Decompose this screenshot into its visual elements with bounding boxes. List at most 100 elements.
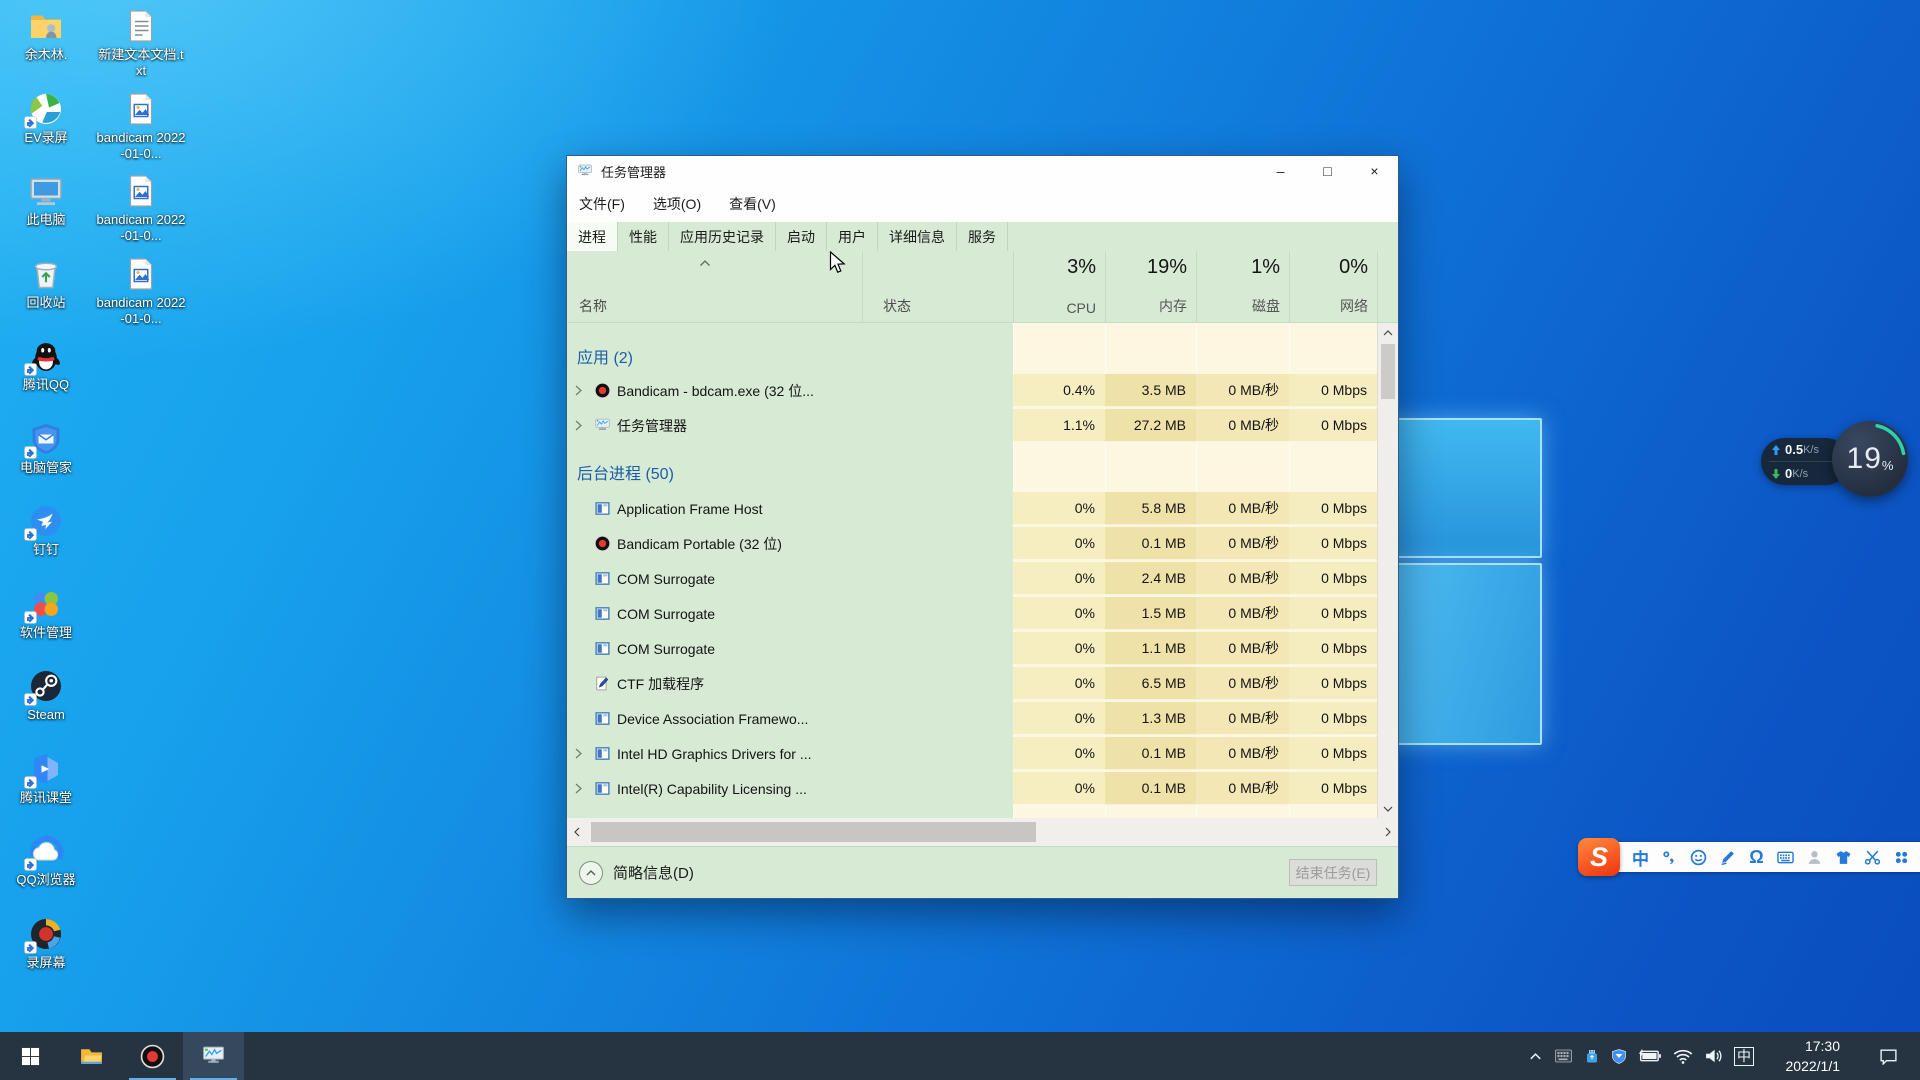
taskbar-clock[interactable]: 17:30 2022/1/1 xyxy=(1760,1036,1840,1076)
cell-cpu: 0% xyxy=(1013,562,1105,595)
tray-wifi-icon[interactable] xyxy=(1673,1049,1693,1064)
details-toggle-label[interactable]: 简略信息(D) xyxy=(613,862,694,883)
sogou-person-icon[interactable] xyxy=(1800,842,1829,872)
desktop-icon-recycle-bin[interactable]: 回收站 xyxy=(1,256,91,311)
desktop-icon-tencent-qq[interactable]: 腾讯QQ xyxy=(1,338,91,393)
sogou-punct-icon[interactable] xyxy=(1655,842,1684,872)
column-cpu[interactable]: 3% CPU xyxy=(1013,251,1106,322)
desktop-icon-this-pc[interactable]: 此电脑 xyxy=(1,173,91,228)
tab-详细信息[interactable]: 详细信息 xyxy=(878,222,957,251)
minimize-button[interactable]: – xyxy=(1257,156,1304,186)
desktop-icon-pc-guanjia[interactable]: 电脑管家 xyxy=(1,421,91,476)
column-name[interactable]: 名称 xyxy=(567,251,862,322)
desktop-icon-ev-luping[interactable]: EV录屏 xyxy=(1,91,91,146)
process-row[interactable]: Intel HD Graphics Drivers for ...0%0.1 M… xyxy=(567,736,1377,771)
sogou-face-icon[interactable] xyxy=(1684,842,1713,872)
tab-启动[interactable]: 启动 xyxy=(776,222,827,251)
desktop-icon-qq-browser[interactable]: QQ浏览器 xyxy=(1,833,91,888)
vertical-scroll-thumb[interactable] xyxy=(1381,344,1395,399)
process-row[interactable]: Bandicam Portable (32 位)0%0.1 MB0 MB/秒0 … xyxy=(567,526,1377,561)
maximize-button[interactable]: □ xyxy=(1304,156,1351,186)
desktop-icon-steam[interactable]: Steam xyxy=(1,668,91,723)
tray-chevron-icon[interactable] xyxy=(1528,1050,1543,1062)
chevron-right-icon[interactable] xyxy=(575,373,582,408)
vertical-scrollbar[interactable] xyxy=(1377,323,1398,818)
sogou-dots-icon[interactable] xyxy=(1887,842,1916,872)
chevron-right-icon[interactable] xyxy=(575,736,582,771)
download-arrow-icon xyxy=(1771,469,1781,479)
desktop-icon-tencent-ketang[interactable]: 腾讯课堂 xyxy=(1,751,91,806)
scroll-left-icon[interactable] xyxy=(567,818,587,846)
process-row[interactable]: COM Surrogate0%1.5 MB0 MB/秒0 Mbps xyxy=(567,596,1377,631)
desktop-icon-yumulin[interactable]: 余木林. xyxy=(1,8,91,63)
process-app-icon xyxy=(594,745,611,762)
taskbar-button-taskmgr[interactable] xyxy=(183,1032,244,1080)
column-disk[interactable]: 1% 磁盘 xyxy=(1196,251,1290,322)
taskbar-button-bandicam[interactable] xyxy=(122,1032,183,1080)
scroll-up-icon[interactable] xyxy=(1378,323,1398,342)
tab-进程[interactable]: 进程 xyxy=(567,222,618,251)
horizontal-scroll-thumb[interactable] xyxy=(591,822,1036,842)
taskbar-button-explorer[interactable] xyxy=(61,1032,122,1080)
column-network[interactable]: 0% 网络 xyxy=(1289,251,1378,322)
tab-性能[interactable]: 性能 xyxy=(618,222,669,251)
desktop-icon-bandicam-file-3[interactable]: bandicam 2022-01-0... xyxy=(96,256,186,327)
desktop-icon-label: Steam xyxy=(1,707,91,723)
process-row[interactable]: COM Surrogate0%2.4 MB0 MB/秒0 Mbps xyxy=(567,561,1377,596)
ketang-icon xyxy=(28,751,64,787)
process-group-header[interactable]: 后台进程 (50) xyxy=(567,443,1377,491)
collapse-details-button[interactable] xyxy=(579,861,603,885)
process-row[interactable]: Application Frame Host0%5.8 MB0 MB/秒0 Mb… xyxy=(567,491,1377,526)
desktop-icon-dingtalk[interactable]: 钉钉 xyxy=(1,503,91,558)
process-row[interactable]: Bandicam - bdcam.exe (32 位...0.4%3.5 MB0… xyxy=(567,373,1377,408)
process-group-header[interactable]: 应用 (2) xyxy=(567,338,1377,373)
column-memory[interactable]: 19% 内存 xyxy=(1105,251,1197,322)
process-row[interactable]: COM Surrogate0%1.1 MB0 MB/秒0 Mbps xyxy=(567,631,1377,666)
sogou-zh-icon[interactable]: 中 xyxy=(1626,842,1655,872)
taskbar-button-start[interactable] xyxy=(0,1032,61,1080)
sogou-shirt-icon[interactable] xyxy=(1829,842,1858,872)
sogou-cut-icon[interactable] xyxy=(1858,842,1887,872)
menu-item-1[interactable]: 选项(O) xyxy=(653,194,701,214)
media-icon xyxy=(123,256,159,292)
sogou-pen-icon[interactable] xyxy=(1713,842,1742,872)
sogou-logo-icon[interactable]: S xyxy=(1578,838,1620,876)
tray-ime-icon[interactable]: 中 xyxy=(1734,1047,1754,1066)
chevron-right-icon[interactable] xyxy=(575,408,582,443)
tab-应用历史记录[interactable]: 应用历史记录 xyxy=(669,222,776,251)
process-row[interactable]: CTF 加载程序0%6.5 MB0 MB/秒0 Mbps xyxy=(567,666,1377,701)
tray-usb-icon[interactable] xyxy=(1584,1048,1600,1065)
sogou-omega-icon[interactable]: Ω xyxy=(1742,842,1771,872)
tab-用户[interactable]: 用户 xyxy=(827,222,878,251)
chevron-right-icon[interactable] xyxy=(575,771,582,806)
process-bandicam-icon xyxy=(594,382,611,399)
desktop-icon-bandicam-file-2[interactable]: bandicam 2022-01-0... xyxy=(96,173,186,244)
tab-服务[interactable]: 服务 xyxy=(957,222,1008,251)
desktop-icon-new-text-doc[interactable]: 新建文本文档.txt xyxy=(96,8,186,79)
sogou-kbd-icon[interactable] xyxy=(1771,842,1800,872)
scroll-right-icon[interactable] xyxy=(1378,818,1398,846)
process-row[interactable]: Intel(R) Capability Licensing ...0%0.1 M… xyxy=(567,771,1377,806)
tray-kbd-icon[interactable] xyxy=(1554,1048,1573,1064)
cell-cpu: 1.1% xyxy=(1013,409,1105,442)
action-center-button[interactable] xyxy=(1864,1032,1912,1080)
desktop-icon-bandicam-file-1[interactable]: bandicam 2022-01-0... xyxy=(96,91,186,162)
horizontal-scrollbar[interactable] xyxy=(567,818,1398,846)
desktop-icon-label: 此电脑 xyxy=(1,212,91,228)
tray-battery-icon[interactable] xyxy=(1638,1049,1662,1063)
process-row[interactable]: 任务管理器1.1%27.2 MB0 MB/秒0 Mbps xyxy=(567,408,1377,443)
end-task-button[interactable]: 结束任务(E) xyxy=(1289,859,1377,886)
column-status[interactable]: 状态 xyxy=(862,251,1014,322)
desktop-icon-soft-manager[interactable]: 软件管理 xyxy=(1,586,91,641)
process-name: Intel(R) Capability Licensing ... xyxy=(617,771,807,806)
tray-speaker-icon[interactable] xyxy=(1704,1048,1723,1064)
menu-item-0[interactable]: 文件(F) xyxy=(579,194,625,214)
tray-shield-icon[interactable] xyxy=(1611,1048,1627,1065)
process-row[interactable]: Device Association Framewo...0%1.3 MB0 M… xyxy=(567,701,1377,736)
window-titlebar[interactable]: 任务管理器 – □ × xyxy=(567,156,1398,186)
memory-ball-widget[interactable]: 19 % xyxy=(1832,421,1908,497)
menu-item-2[interactable]: 查看(V) xyxy=(729,194,776,214)
desktop-icon-lu-pingmu[interactable]: 录屏幕 xyxy=(1,916,91,971)
scroll-down-icon[interactable] xyxy=(1378,799,1398,818)
close-button[interactable]: × xyxy=(1351,156,1398,186)
